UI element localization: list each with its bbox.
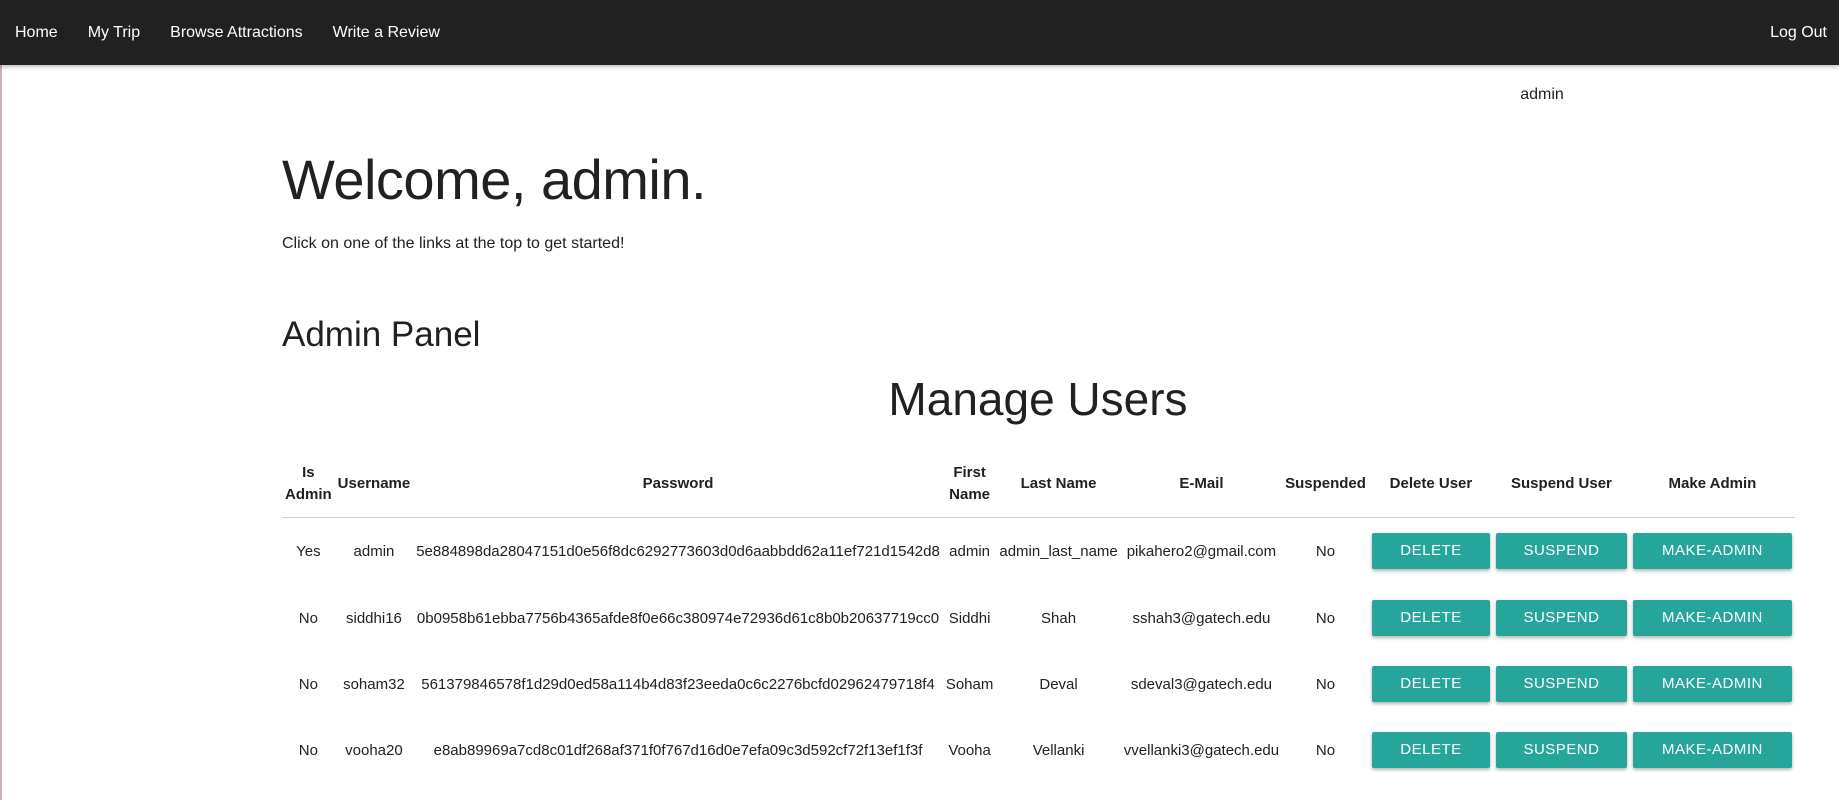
suspend-user-button[interactable]: SUSPEND — [1495, 666, 1627, 702]
cell-is-admin: No — [298, 741, 318, 759]
cell-username: vooha20 — [345, 741, 403, 759]
cell-suspend: SUSPEND — [1493, 651, 1630, 717]
welcome-heading: Welcome, admin. — [282, 148, 707, 211]
cell-email: sshah3@gatech.edu — [1132, 609, 1271, 627]
cell-password: 561379846578f1d29d0ed58a114b4d83f23eeda0… — [421, 675, 935, 693]
cell-username: siddhi16 — [346, 609, 402, 627]
cell-suspended: No — [1315, 675, 1336, 693]
top-navbar: Home My Trip Browse Attractions Write a … — [0, 0, 1839, 65]
users-table-header: Is Admin Username Password First Name La… — [282, 452, 1795, 518]
table-row: Yes admin 5e884898da28047151d0e56f8dc629… — [282, 517, 1795, 585]
users-table-body: Yes admin 5e884898da28047151d0e56f8dc629… — [282, 517, 1795, 783]
nav-home-link[interactable]: Home — [0, 0, 73, 65]
welcome-subtitle: Click on one of the links at the top to … — [282, 235, 625, 252]
col-is-admin: Is Admin — [282, 452, 335, 518]
header-row: Is Admin Username Password First Name La… — [282, 452, 1795, 518]
col-email: E-Mail — [1120, 452, 1283, 518]
cell-first-name: Siddhi — [948, 609, 991, 627]
cell-suspend: SUSPEND — [1493, 585, 1630, 651]
nav-links: Home My Trip Browse Attractions Write a … — [0, 0, 455, 65]
cell-is-admin: No — [298, 675, 318, 693]
nav-my-trip-link[interactable]: My Trip — [73, 0, 155, 65]
nav-write-review-link[interactable]: Write a Review — [318, 0, 455, 65]
delete-user-button[interactable]: DELETE — [1371, 600, 1490, 636]
cell-email: sdeval3@gatech.edu — [1130, 675, 1273, 693]
cell-last-name: Vellanki — [1032, 741, 1085, 759]
cell-username: admin — [353, 542, 395, 560]
admin-panel-heading: Admin Panel — [282, 315, 481, 354]
col-suspended: Suspended — [1282, 452, 1369, 518]
manage-users-heading: Manage Users — [888, 373, 1188, 425]
make-admin-button[interactable]: MAKE-ADMIN — [1632, 732, 1792, 768]
col-delete-user: Delete User — [1368, 452, 1493, 518]
cell-suspended: No — [1315, 741, 1336, 759]
window-edge — [0, 0, 2, 800]
cell-password: 0b0958b61ebba7756b4365afde8f0e66c380974e… — [416, 609, 940, 627]
cell-password: e8ab89969a7cd8c01df268af371f0f767d16d0e7… — [433, 741, 923, 759]
cell-email: vvellanki3@gatech.edu — [1123, 741, 1280, 759]
cell-delete: DELETE — [1369, 651, 1493, 717]
col-suspend-user: Suspend User — [1492, 452, 1630, 518]
nav-right: Log Out — [1755, 0, 1839, 65]
suspend-user-button[interactable]: SUSPEND — [1495, 600, 1627, 636]
logout-link[interactable]: Log Out — [1755, 0, 1839, 65]
table-row: No vooha20 e8ab89969a7cd8c01df268af371f0… — [282, 717, 1795, 783]
cell-last-name: Deval — [1039, 675, 1078, 693]
cell-email: pikahero2@gmail.com — [1126, 542, 1277, 560]
cell-make-admin: MAKE-ADMIN — [1630, 585, 1795, 651]
cell-first-name: admin — [949, 542, 991, 560]
cell-suspend: SUSPEND — [1493, 517, 1630, 585]
cell-password: 5e884898da28047151d0e56f8dc6292773603d0d… — [416, 542, 940, 560]
cell-is-admin: No — [298, 609, 318, 627]
cell-make-admin: MAKE-ADMIN — [1630, 717, 1795, 783]
cell-suspend: SUSPEND — [1493, 717, 1630, 783]
cell-last-name: admin_last_name — [999, 542, 1118, 560]
cell-make-admin: MAKE-ADMIN — [1630, 517, 1795, 585]
cell-delete: DELETE — [1369, 585, 1493, 651]
current-username: admin — [1520, 86, 1564, 103]
make-admin-button[interactable]: MAKE-ADMIN — [1632, 666, 1792, 702]
cell-is-admin: Yes — [296, 542, 321, 560]
col-make-admin: Make Admin — [1629, 452, 1795, 518]
col-last-name: Last Name — [996, 452, 1121, 518]
col-first-name: First Name — [942, 452, 997, 518]
col-password: Password — [413, 452, 943, 518]
delete-user-button[interactable]: DELETE — [1371, 533, 1490, 570]
cell-suspended: No — [1315, 542, 1336, 560]
nav-browse-attractions-link[interactable]: Browse Attractions — [155, 0, 318, 65]
make-admin-button[interactable]: MAKE-ADMIN — [1632, 533, 1792, 570]
col-username: Username — [334, 452, 414, 518]
table-row: No siddhi16 0b0958b61ebba7756b4365afde8f… — [282, 585, 1795, 651]
table-row: No soham32 561379846578f1d29d0ed58a114b4… — [282, 651, 1795, 717]
cell-make-admin: MAKE-ADMIN — [1630, 651, 1795, 717]
cell-suspended: No — [1315, 609, 1336, 627]
users-table: Is Admin Username Password First Name La… — [282, 452, 1795, 783]
cell-first-name: Vooha — [948, 741, 991, 759]
cell-delete: DELETE — [1369, 517, 1493, 585]
make-admin-button[interactable]: MAKE-ADMIN — [1632, 600, 1792, 636]
suspend-user-button[interactable]: SUSPEND — [1495, 533, 1627, 570]
cell-last-name: Shah — [1041, 609, 1077, 627]
delete-user-button[interactable]: DELETE — [1371, 732, 1490, 768]
suspend-user-button[interactable]: SUSPEND — [1495, 732, 1627, 768]
cell-username: soham32 — [343, 675, 405, 693]
cell-delete: DELETE — [1369, 717, 1493, 783]
cell-first-name: Soham — [945, 675, 994, 693]
delete-user-button[interactable]: DELETE — [1371, 666, 1490, 702]
